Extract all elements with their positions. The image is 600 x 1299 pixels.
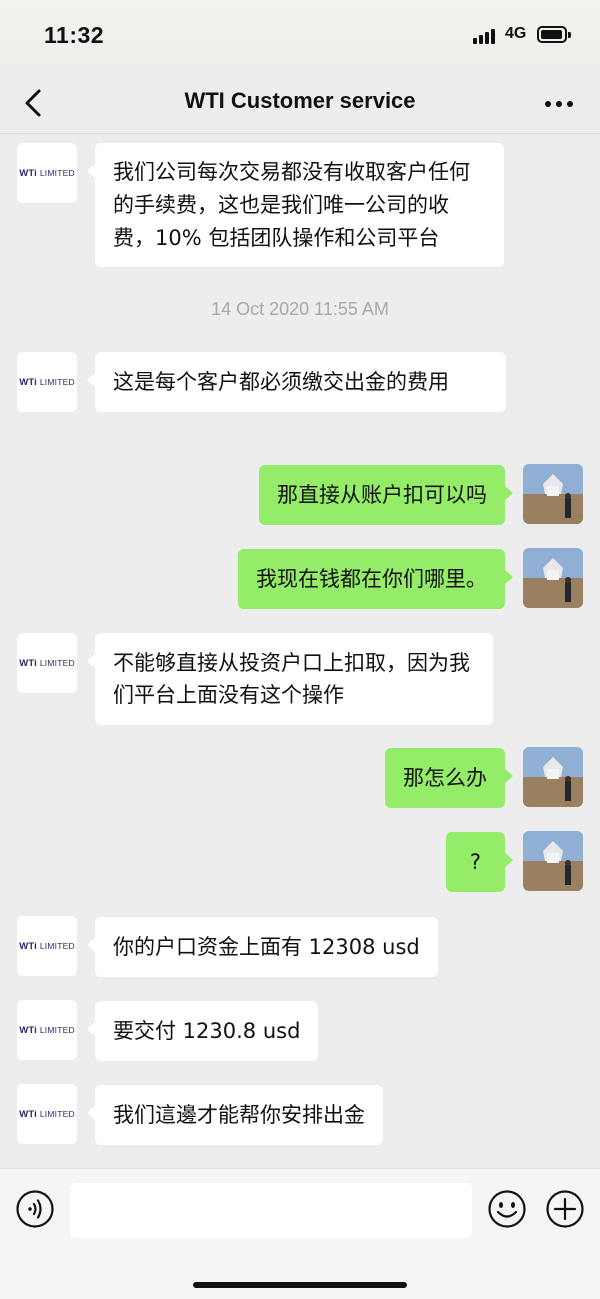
more-dots-icon — [545, 101, 573, 107]
message-bubble-incoming[interactable]: 我们公司每次交易都没有收取客户任何的手续费，这也是我们唯一公司的收费，10% 包… — [87, 143, 504, 267]
avatar[interactable]: WTi LIMITED — [17, 1084, 77, 1144]
wti-logo: WTi LIMITED — [19, 376, 75, 388]
user-photo — [523, 548, 583, 608]
message-bubble-incoming[interactable]: 要交付 1230.8 usd — [86, 1001, 319, 1061]
plus-button[interactable] — [545, 1189, 585, 1229]
more-button[interactable] — [538, 84, 582, 124]
user-avatar[interactable] — [523, 747, 583, 807]
status-time: 11:32 — [44, 22, 105, 48]
message-timestamp: 14 Oct 2020 11:55 AM — [211, 299, 389, 319]
message-bubble-incoming[interactable]: 这是每个客户都必须缴交出金的费用 — [87, 352, 506, 412]
input-bar — [0, 1168, 600, 1299]
emoji-button[interactable] — [487, 1189, 527, 1229]
user-avatar[interactable] — [523, 464, 583, 524]
emoji-icon — [488, 1190, 526, 1228]
user-photo — [523, 747, 583, 807]
home-indicator — [193, 1282, 407, 1288]
message-list[interactable]: WTi LIMITED 我们公司每次交易都没有收取客户任何的手续费，这也是我们唯… — [0, 135, 600, 1168]
message-bubble-outgoing[interactable]: 那怎么办 — [385, 748, 513, 808]
signal-icon — [473, 28, 495, 44]
page-title: WTI Customer service — [184, 88, 416, 113]
user-photo — [523, 831, 583, 891]
voice-icon — [16, 1190, 54, 1228]
message-bubble-incoming[interactable]: 不能够直接从投资户口上扣取，因为我们平台上面没有这个操作 — [87, 633, 493, 725]
avatar[interactable]: WTi LIMITED — [17, 633, 77, 693]
message-bubble-outgoing[interactable]: ? — [445, 832, 514, 892]
message-bubble-incoming[interactable]: 我们這邊才能帮你安排出金 — [87, 1085, 383, 1145]
wti-logo: WTi LIMITED — [19, 657, 75, 669]
user-avatar[interactable] — [523, 831, 583, 891]
wti-logo: WTi LIMITED — [19, 167, 75, 179]
status-bar: 11:32 4G — [0, 0, 600, 72]
message-bubble-outgoing[interactable]: 我现在钱都在你们哪里。 — [238, 549, 513, 609]
avatar[interactable]: WTi LIMITED — [17, 352, 77, 412]
user-photo — [523, 464, 583, 524]
wti-logo: WTi LIMITED — [19, 940, 75, 952]
chat-header: WTI Customer service — [0, 72, 600, 134]
avatar[interactable]: WTi LIMITED — [17, 1000, 77, 1060]
avatar[interactable]: WTi LIMITED — [17, 916, 77, 976]
user-avatar[interactable] — [523, 548, 583, 608]
message-input[interactable] — [70, 1183, 472, 1238]
avatar[interactable]: WTi LIMITED — [17, 143, 77, 203]
battery-icon — [537, 26, 571, 43]
message-bubble-incoming[interactable]: 你的户口资金上面有 12308 usd — [87, 917, 438, 977]
wti-logo: WTi LIMITED — [19, 1024, 75, 1036]
wti-logo: WTi LIMITED — [19, 1108, 75, 1120]
network-type: 4G — [505, 25, 527, 42]
plus-icon — [546, 1190, 584, 1228]
message-bubble-outgoing[interactable]: 那直接从账户扣可以吗 — [259, 465, 513, 525]
voice-button[interactable] — [15, 1189, 55, 1229]
